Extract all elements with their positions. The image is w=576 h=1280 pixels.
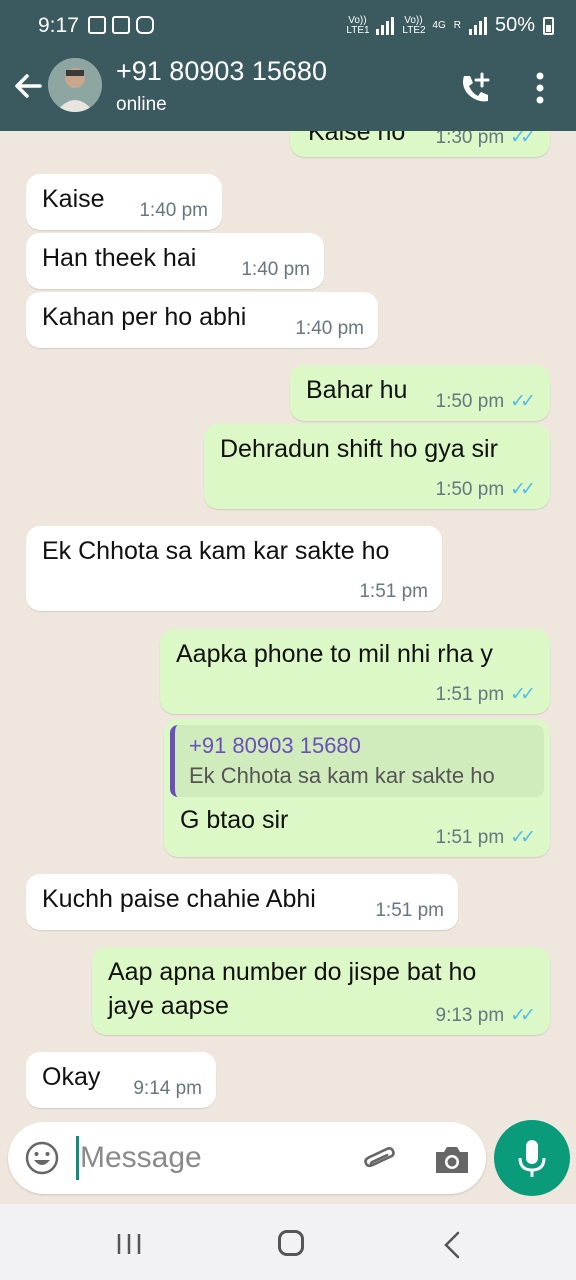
battery-percent: 50% [494,14,535,36]
network-type-label: 4G [432,19,446,31]
text-cursor [76,1136,79,1180]
nav-back-icon[interactable] [440,1230,464,1260]
message-meta: 1:30 pm ✓✓ [436,131,537,149]
read-ticks-icon: ✓✓ [510,827,536,848]
system-indicators: Vo)) LTE1 Vo)) LTE2 4G R 50% [346,14,554,37]
message-meta: 1:40 pm [241,259,310,281]
paperclip-icon[interactable] [360,1140,400,1180]
message-meta: 1:51 pm [359,581,428,603]
message-outgoing-reply[interactable]: +91 80903 15680 Ek Chhota sa kam kar sak… [164,719,550,857]
avatar[interactable] [48,58,102,112]
message-text-line1: Aap apna number do jispe bat ho [108,958,477,986]
quoted-author: +91 80903 15680 [189,733,361,758]
signal-sim1-icon [376,16,395,35]
voicemail-notification-icon [112,16,130,34]
message-time: 1:50 pm [435,390,505,412]
message-time: 1:50 pm [435,478,505,500]
avatar-photo [48,58,102,112]
message-input[interactable] [80,1136,350,1180]
chat-header: 9:17 Vo)) LTE1 Vo)) LTE2 4G R 50% +91 80… [0,0,576,131]
message-list[interactable]: Kaise ho 1:30 pm ✓✓ Kaise 1:40 pm Han th… [0,131,576,1111]
message-meta: 1:51 pm ✓✓ [436,683,537,706]
message-meta: 1:51 pm ✓✓ [436,826,537,849]
message-text: Ek Chhota sa kam kar sakte ho [42,537,390,565]
message-incoming[interactable]: Kaise 1:40 pm [26,174,222,230]
camera-icon[interactable] [432,1140,472,1180]
recent-apps-icon[interactable] [116,1232,142,1256]
home-icon[interactable] [278,1230,304,1256]
message-composer [8,1122,486,1194]
signal-sim2-icon [468,16,487,35]
sim2-label: Vo)) LTE2 [402,14,426,36]
message-time: 1:40 pm [139,200,208,221]
roaming-label: R [453,19,461,31]
mic-button[interactable] [494,1120,570,1196]
message-meta: 9:14 pm [133,1078,202,1100]
system-nav-bar [0,1204,576,1280]
message-outgoing[interactable]: Aapka phone to mil nhi rha y 1:51 pm ✓✓ [160,629,550,714]
message-time: 1:30 pm [435,131,505,148]
message-incoming[interactable]: Han theek hai 1:40 pm [26,233,324,289]
message-meta: 1:40 pm [139,200,208,222]
status-bar: 9:17 Vo)) LTE1 Vo)) LTE2 4G R 50% [0,0,576,54]
message-time: 1:51 pm [435,826,505,848]
read-ticks-icon: ✓✓ [510,131,536,148]
message-meta: 1:51 pm [375,900,444,922]
message-incoming[interactable]: Kuchh paise chahie Abhi 1:51 pm [26,874,458,930]
message-meta: 1:40 pm [295,318,364,340]
message-outgoing[interactable]: Aap apna number do jispe bat ho jaye aap… [92,947,550,1035]
contact-name[interactable]: +91 80903 15680 [116,56,327,87]
message-text: Dehradun shift ho gya sir [220,435,498,463]
message-time: 1:51 pm [359,581,428,602]
sim1-label: Vo)) LTE1 [346,14,370,36]
add-call-icon[interactable] [456,70,494,108]
vertical-dots-icon[interactable] [528,70,552,106]
gallery-notification-icon [88,16,106,34]
notification-icons [88,16,154,34]
message-time: 1:51 pm [435,683,505,705]
instagram-notification-icon [136,16,154,34]
quoted-text: Ek Chhota sa kam kar sakte ho [189,763,495,788]
message-meta: 1:50 pm ✓✓ [436,390,537,413]
contact-status: online [116,94,167,115]
message-time: 9:13 pm [435,1004,505,1026]
message-outgoing[interactable]: Kaise ho 1:30 pm ✓✓ [290,131,550,157]
read-ticks-icon: ✓✓ [510,684,536,705]
message-time: 1:40 pm [241,259,310,280]
message-incoming[interactable]: Kahan per ho abhi 1:40 pm [26,292,378,348]
message-outgoing[interactable]: Dehradun shift ho gya sir 1:50 pm ✓✓ [204,424,550,509]
message-time: 9:14 pm [133,1078,202,1099]
message-outgoing[interactable]: Bahar hu 1:50 pm ✓✓ [290,365,550,421]
message-incoming[interactable]: Okay 9:14 pm [26,1052,216,1108]
arrow-left-icon[interactable] [10,68,46,104]
read-ticks-icon: ✓✓ [510,1005,536,1026]
emoji-icon[interactable] [24,1140,60,1176]
status-time: 9:17 [38,14,79,37]
message-time: 1:40 pm [295,318,364,339]
message-text: Aapka phone to mil nhi rha y [176,640,493,668]
quoted-message[interactable]: +91 80903 15680 Ek Chhota sa kam kar sak… [170,725,544,797]
read-ticks-icon: ✓✓ [510,391,536,412]
message-time: 1:51 pm [375,900,444,921]
read-ticks-icon: ✓✓ [510,479,536,500]
battery-icon [543,16,554,35]
message-incoming[interactable]: Ek Chhota sa kam kar sakte ho 1:51 pm [26,526,442,611]
mic-icon [518,1140,546,1177]
message-meta: 9:13 pm ✓✓ [436,1004,537,1027]
message-meta: 1:50 pm ✓✓ [436,478,537,501]
